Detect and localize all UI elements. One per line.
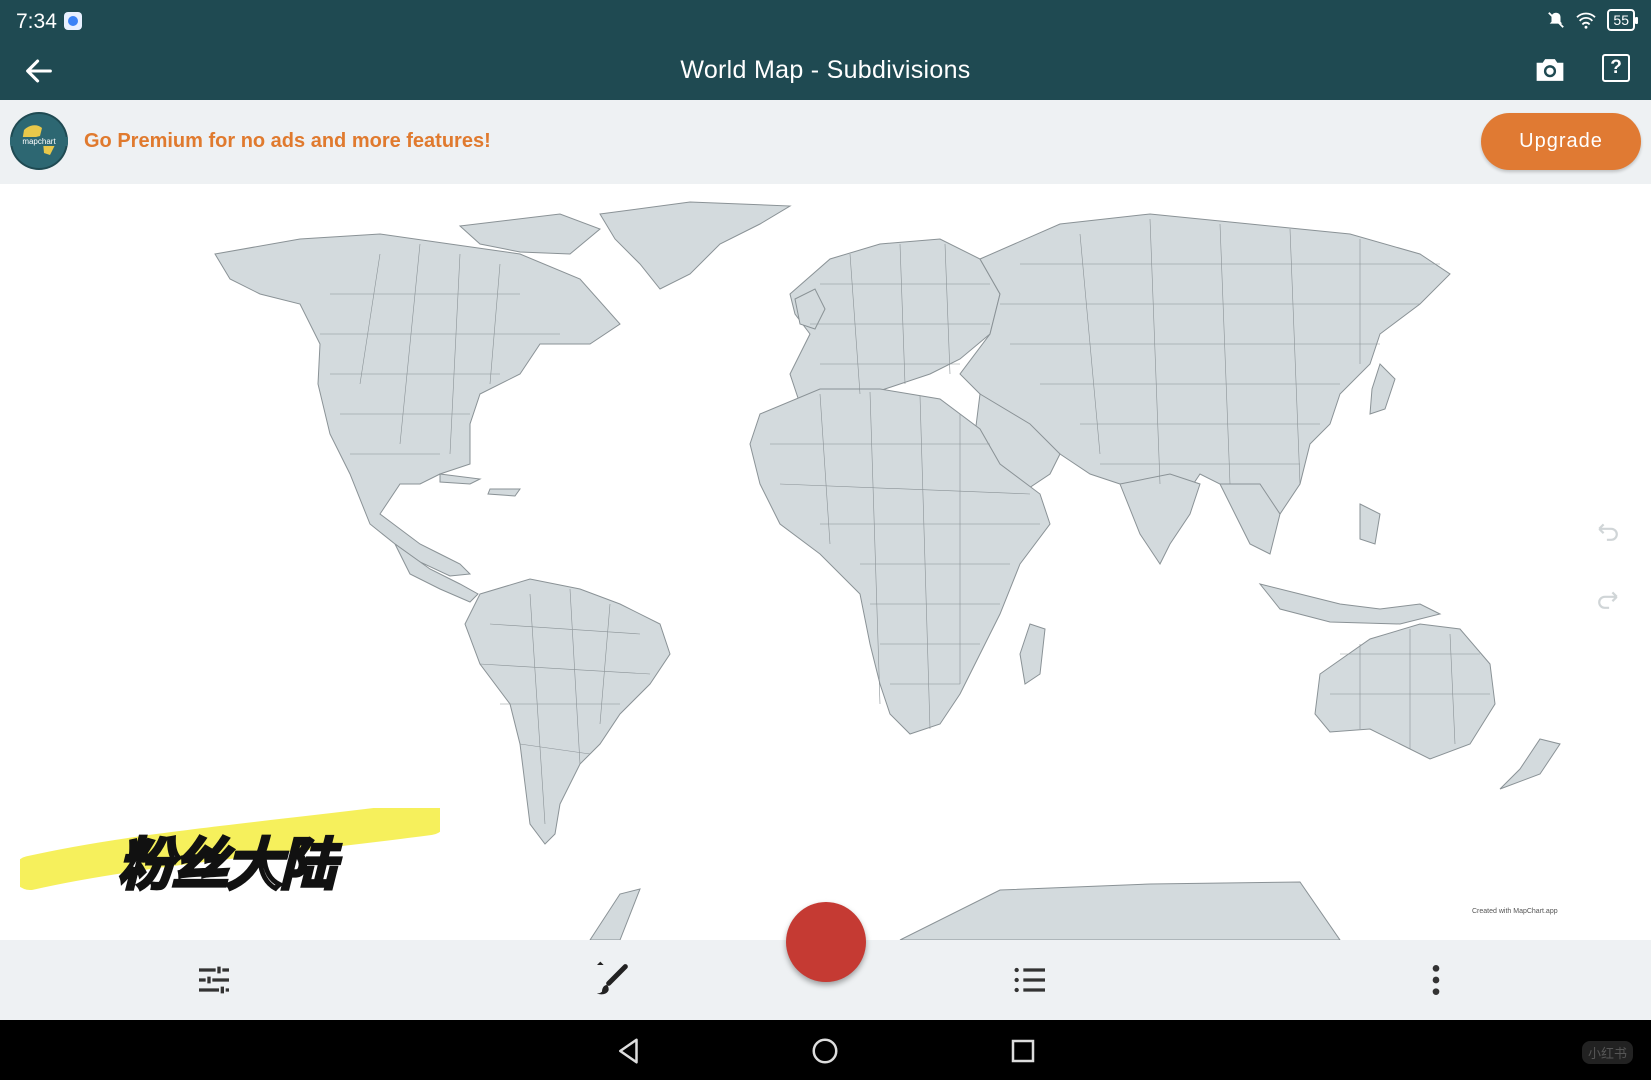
list-icon[interactable] — [1010, 960, 1050, 1000]
north-america[interactable] — [214, 233, 621, 577]
wifi-icon — [1576, 12, 1597, 29]
australia[interactable] — [1314, 623, 1496, 760]
undo-icon[interactable] — [1594, 520, 1622, 542]
paintbrush-icon[interactable] — [592, 960, 632, 1000]
more-vertical-icon[interactable] — [1416, 960, 1456, 1000]
india[interactable] — [1119, 473, 1201, 565]
sliders-icon[interactable] — [194, 960, 234, 1000]
status-time: 7:34 — [16, 10, 57, 33]
upgrade-button[interactable]: Upgrade — [1481, 113, 1641, 170]
premium-banner: mapchart Go Premium for no ads and more … — [0, 100, 1651, 184]
mapchart-logo: mapchart — [10, 112, 68, 170]
status-icons: 55 — [1547, 9, 1638, 31]
indonesia[interactable] — [1258, 583, 1442, 625]
notification-app-icon — [64, 12, 82, 30]
premium-message[interactable]: Go Premium for no ads and more features! — [84, 130, 491, 153]
mute-icon — [1548, 12, 1565, 28]
south-america[interactable] — [464, 578, 671, 845]
page-title: World Map - Subdivisions — [680, 56, 971, 84]
madagascar[interactable] — [1019, 623, 1046, 685]
caribbean[interactable] — [439, 473, 521, 497]
greenland[interactable] — [599, 201, 792, 290]
japan[interactable] — [1369, 363, 1396, 415]
philippines[interactable] — [1359, 503, 1381, 545]
nav-home-icon[interactable] — [810, 1036, 840, 1066]
antarctic-peninsula[interactable] — [589, 888, 641, 940]
redo-icon[interactable] — [1594, 588, 1622, 610]
map-credit: Created with MapChart.app — [1472, 908, 1558, 915]
nav-back-icon[interactable] — [614, 1036, 644, 1066]
help-button[interactable]: ? — [1602, 54, 1630, 82]
color-picker-button[interactable] — [786, 902, 866, 982]
nav-recents-icon[interactable] — [1008, 1036, 1038, 1066]
app-header: 7:34 55 World Map - Subdivisions ? — [0, 0, 1651, 100]
logo-text: mapchart — [10, 137, 68, 146]
system-nav-bar — [0, 1020, 1651, 1080]
new-zealand[interactable] — [1499, 738, 1561, 790]
xiaohongshu-watermark: 小红书 — [1582, 1041, 1634, 1064]
antarctica[interactable] — [899, 881, 1341, 940]
camera-button[interactable] — [1533, 55, 1567, 85]
sticker-text: 粉丝大陆 — [117, 832, 338, 900]
battery-indicator: 55 — [1607, 9, 1638, 31]
